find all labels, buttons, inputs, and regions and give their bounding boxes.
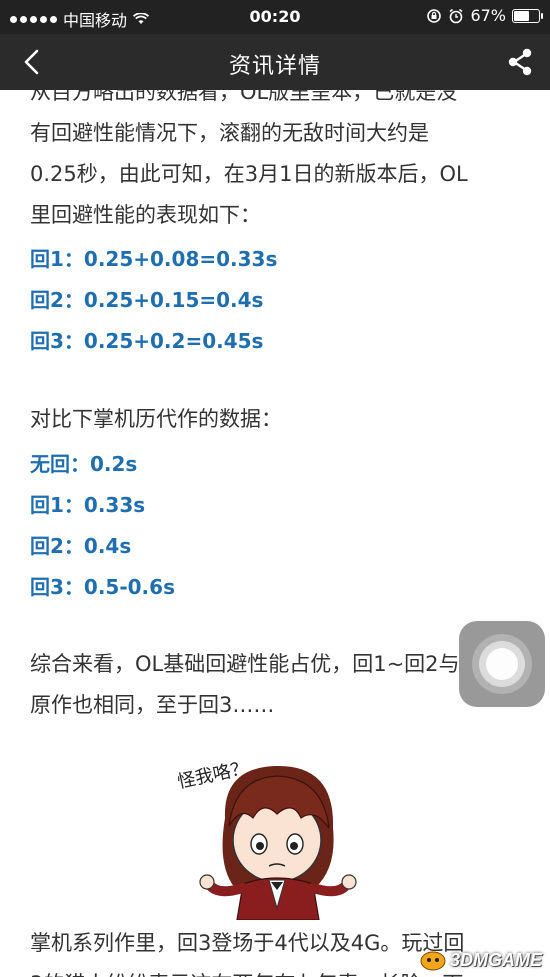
paragraph-1-line-1: 从目方略出的数据看，OL版里呈本，已就是没 [30, 90, 458, 104]
assistive-touch-button[interactable] [459, 621, 545, 707]
paragraph-1-line-2: 有回避性能情况下，滚翻的无敌时间大约是 [30, 121, 429, 145]
status-bar: 中国移动 00:20 67% [0, 0, 550, 34]
battery-percent: 67% [470, 6, 506, 25]
paragraph-3-line-2: 原作也相同，至于回3…… [30, 693, 275, 717]
status-right: 67% [426, 6, 543, 25]
handheld-stat-3: 回2：0.4s [30, 534, 132, 558]
paragraph-1-line-3: 0.25秒，由此可知，在3月1日的新版本后，OL [30, 162, 468, 186]
share-icon[interactable] [504, 46, 536, 78]
handheld-stat-2: 回1：0.33s [30, 493, 146, 517]
3dmgame-logo-icon [420, 951, 446, 971]
ol-stat-1: 回1：0.25+0.08=0.33s [30, 247, 278, 271]
chibi-character-illustration: 怪我咯？ [176, 757, 357, 920]
paragraph-2: 对比下掌机历代作的数据： [30, 407, 282, 431]
page-title: 资讯详情 [228, 54, 321, 79]
handheld-stat-1: 无回：0.2s [30, 452, 138, 476]
watermark-text: 3DMGAME [449, 949, 542, 970]
battery-level [514, 10, 529, 21]
handheld-stat-4: 回3：0.5-0.6s [30, 575, 175, 599]
nav-bar: 资讯详情 [0, 34, 550, 90]
rotation-lock-icon [427, 8, 442, 23]
alarm-icon [449, 8, 463, 23]
watermark: 3DMGAME [420, 949, 542, 971]
paragraph-1-line-4: 里回避性能的表现如下： [30, 203, 261, 227]
ol-stat-2: 回2：0.25+0.15=0.4s [30, 288, 264, 312]
paragraph-3-line-1: 综合来看，OL基础回避性能占优，回1~回2与 [30, 652, 460, 676]
battery-icon [512, 8, 543, 23]
ol-stat-3: 回3：0.25+0.2=0.45s [30, 329, 264, 353]
